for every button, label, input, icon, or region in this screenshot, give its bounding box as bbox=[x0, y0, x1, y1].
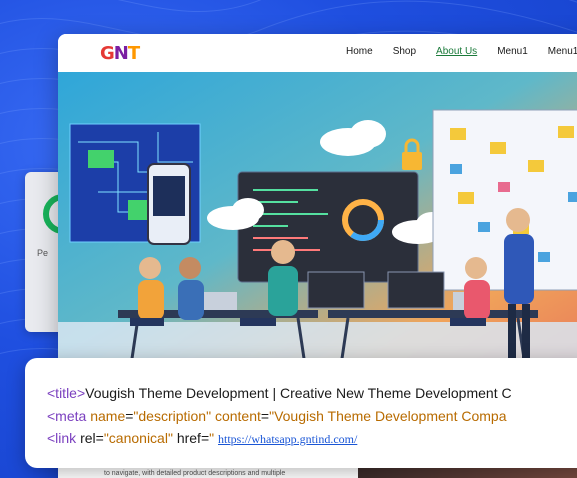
nav-menu1-second[interactable]: Menu1 bbox=[548, 46, 577, 57]
code-meta-tag: <meta bbox=[47, 408, 87, 424]
page-stage: Pe GNT Home Shop About Us Menu1 Menu1 to… bbox=[0, 0, 577, 478]
back-card-text: Pe bbox=[37, 248, 49, 258]
nav-shop[interactable]: Shop bbox=[393, 46, 416, 57]
code-link-attr-rel: rel bbox=[80, 430, 96, 446]
logo-letter-g: G bbox=[100, 43, 115, 64]
site-header: GNT Home Shop About Us Menu1 Menu1 bbox=[58, 34, 577, 72]
nav-about-us[interactable]: About Us bbox=[436, 46, 477, 57]
code-link-val-prefix: " bbox=[209, 430, 215, 446]
canonical-url-link[interactable]: https://whatsapp.gntind.com/ bbox=[218, 432, 357, 446]
code-link-attr-href: href bbox=[176, 430, 201, 446]
nav-menu1[interactable]: Menu1 bbox=[497, 46, 528, 57]
code-line-meta: <meta name="description" content="Vougis… bbox=[47, 408, 507, 424]
logo-letter-t: T bbox=[127, 43, 140, 64]
code-title-text: Vougish Theme Development | Creative New… bbox=[85, 385, 512, 401]
code-link-val-rel: "canonical" bbox=[103, 430, 173, 446]
code-link-tag: <link bbox=[47, 430, 77, 446]
site-logo[interactable]: GNT bbox=[100, 43, 140, 64]
hero-illustration bbox=[58, 72, 577, 382]
main-nav: Home Shop About Us Menu1 Menu1 bbox=[346, 46, 577, 57]
code-line-link: <link rel="canonical" href=" https://wha… bbox=[47, 430, 358, 446]
code-meta-attr-name: name bbox=[90, 408, 126, 424]
code-title-tag: <title> bbox=[47, 385, 86, 401]
nav-home[interactable]: Home bbox=[346, 46, 373, 57]
code-line-title: <title>Vougish Theme Development | Creat… bbox=[47, 385, 512, 401]
code-meta-val-name: "description" bbox=[133, 408, 212, 424]
code-meta-val-content: "Vougish Theme Development Compa bbox=[269, 408, 507, 424]
logo-letter-n: N bbox=[113, 43, 129, 64]
seo-code-card: <title>Vougish Theme Development | Creat… bbox=[25, 358, 577, 468]
product-description-text: to navigate, with detailed product descr… bbox=[104, 470, 286, 477]
code-meta-attr-content: content bbox=[214, 408, 261, 424]
